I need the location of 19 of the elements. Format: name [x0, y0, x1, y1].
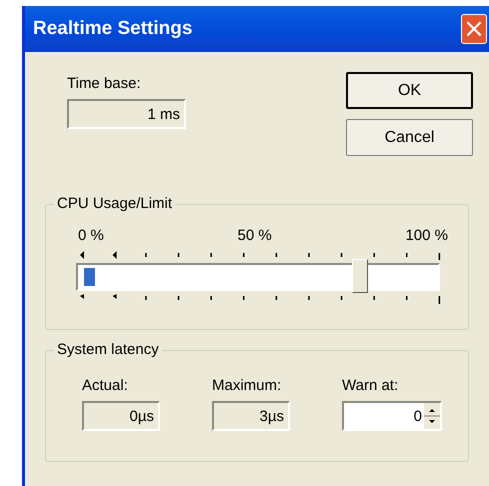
latency-field: 3µs: [212, 401, 290, 431]
spinner-arrows-icon[interactable]: [424, 403, 440, 429]
latency-field: 0µs: [82, 401, 160, 431]
time-base-field: 1 ms: [67, 99, 186, 129]
ok-button[interactable]: OK: [346, 72, 473, 109]
close-button[interactable]: ×: [461, 14, 487, 44]
field-label: Maximum:: [212, 377, 282, 394]
scale-label: 50 %: [238, 227, 272, 244]
group-title: CPU Usage/Limit: [54, 195, 176, 212]
scale-label: 0 %: [78, 227, 104, 244]
slider-thumb[interactable]: [352, 259, 368, 293]
cancel-button[interactable]: Cancel: [346, 119, 473, 156]
spin-field[interactable]: 0: [342, 401, 442, 431]
window-title: Realtime Settings: [33, 18, 192, 40]
field-label: Actual:: [82, 377, 129, 394]
scale-label: 100 %: [405, 227, 448, 244]
field-label: Time base:: [67, 75, 142, 92]
field-label: Warn at:: [342, 377, 400, 394]
group-title: System latency: [54, 341, 162, 358]
